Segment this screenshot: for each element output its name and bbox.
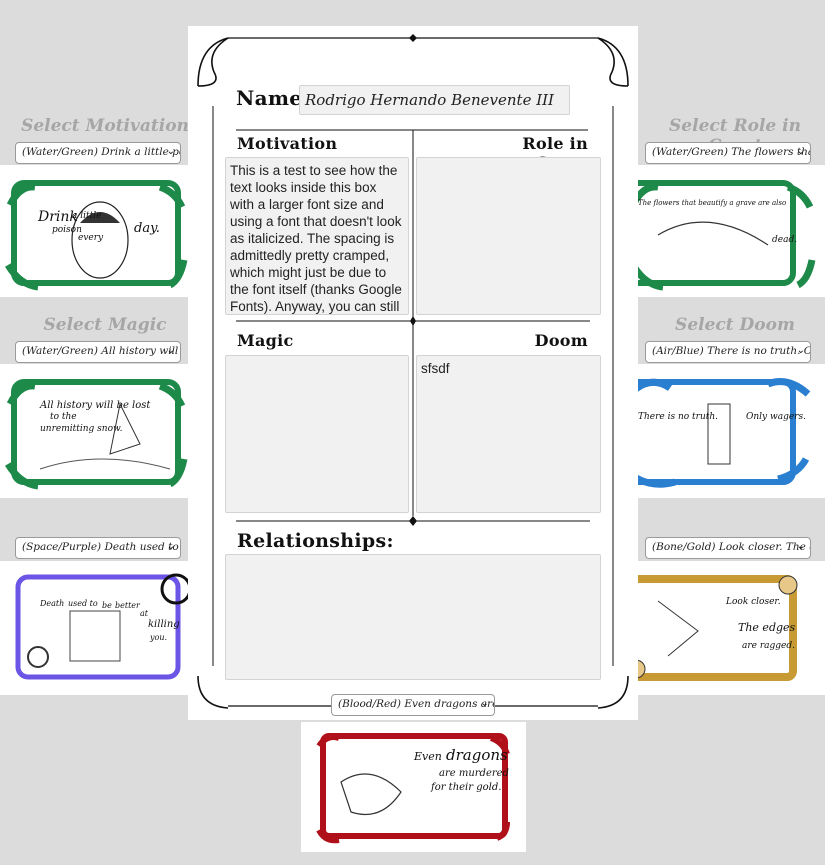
card-word: every <box>78 233 104 243</box>
bottom-select-value: (Blood/Red) Even dragons are murdered fo… <box>338 698 494 710</box>
select-doom-label: Select Doom <box>675 315 795 335</box>
card-word: killing <box>148 619 180 630</box>
character-sheet: Name: Rodrigo Hernando Benevente III Mot… <box>188 26 638 720</box>
card-word: dead. <box>772 235 798 245</box>
card-word: day. <box>134 221 160 236</box>
chevron-down-icon: ⌄ <box>480 698 489 709</box>
bottom-select[interactable]: (Blood/Red) Even dragons are murdered fo… <box>331 694 495 716</box>
chevron-down-icon: ⌄ <box>796 541 805 552</box>
extra-left-card: Death used to be better at killing you. <box>0 561 192 695</box>
card-word: at <box>140 609 148 618</box>
card-word: Only wagers. <box>746 412 806 422</box>
bottom-card: Even dragons are murdered for their gold… <box>301 722 526 852</box>
magic-select[interactable]: (Water/Green) All history will be lost t… <box>15 341 181 363</box>
card-word: used to <box>68 599 98 608</box>
card-word: better <box>115 601 140 610</box>
extra-left-select[interactable]: (Space/Purple) Death used to be better a… <box>15 537 181 559</box>
magic-label: Magic <box>237 331 294 350</box>
doom-textarea[interactable]: sfsdf <box>416 355 601 513</box>
motivation-select-value: (Water/Green) Drink a little poison ever… <box>22 146 180 158</box>
chevron-down-icon: ⌄ <box>166 541 175 552</box>
extra-right-select-value: (Bone/Gold) Look closer. The edges are r… <box>652 541 810 553</box>
motivation-textarea[interactable]: This is a test to see how the text looks… <box>225 157 409 315</box>
card-word: unremitting snow. <box>40 424 123 434</box>
card-word: The edges <box>738 621 796 634</box>
name-input[interactable]: Rodrigo Hernando Benevente III <box>299 85 570 115</box>
role-in-court-textarea[interactable] <box>416 157 601 315</box>
relationships-label: Relationships: <box>237 530 394 552</box>
doom-select-value: (Air/Blue) There is no truth. Only wager… <box>652 345 810 357</box>
card-word: All history will be lost <box>40 400 151 411</box>
doom-label: Doom <box>534 331 588 350</box>
extra-left-select-value: (Space/Purple) Death used to be better a… <box>22 541 180 553</box>
extra-right-card: Look closer. The edges are ragged. <box>624 561 825 695</box>
select-motivation-label: Select Motivation <box>21 116 189 136</box>
card-word: The flowers that beautify a grave are al… <box>638 199 787 207</box>
chevron-down-icon: ⌄ <box>796 345 805 356</box>
card-word: you. <box>150 633 168 642</box>
magic-textarea[interactable] <box>225 355 409 513</box>
card-word: Death <box>40 599 65 608</box>
relationships-textarea[interactable] <box>225 554 601 680</box>
role-select-value: (Water/Green) The flowers that beautify … <box>652 146 810 158</box>
motivation-label: Motivation <box>237 134 338 153</box>
role-select[interactable]: (Water/Green) The flowers that beautify … <box>645 142 811 164</box>
chevron-down-icon: ⌄ <box>166 146 175 157</box>
role-card: The flowers that beautify a grave are al… <box>625 165 825 297</box>
motivation-card: Drink a little poison every day. <box>0 165 188 297</box>
card-word: Even <box>414 750 442 763</box>
card-word: Look closer. <box>726 597 781 607</box>
card-word: dragons <box>446 746 508 764</box>
role-card-frame <box>625 180 816 291</box>
motivation-select[interactable]: (Water/Green) Drink a little poison ever… <box>15 142 181 164</box>
extra-right-select[interactable]: (Bone/Gold) Look closer. The edges are r… <box>645 537 811 559</box>
magic-card: All history will be lost to the unremitt… <box>0 364 188 498</box>
card-word: There is no truth. <box>638 412 719 422</box>
card-word: are murdered <box>439 768 509 779</box>
magic-select-value: (Water/Green) All history will be lost t… <box>22 345 180 357</box>
doom-card: There is no truth. Only wagers. <box>625 364 825 498</box>
card-word: for their gold. <box>431 782 502 793</box>
doom-card-frame <box>625 378 811 488</box>
doom-select[interactable]: (Air/Blue) There is no truth. Only wager… <box>645 341 811 363</box>
card-word: a little <box>72 211 102 221</box>
card-word: are ragged. <box>742 641 795 651</box>
chevron-down-icon: ⌄ <box>166 345 175 356</box>
chevron-down-icon: ⌄ <box>796 146 805 157</box>
extra-right-card-frame <box>624 575 798 681</box>
card-word: to the <box>50 412 77 422</box>
card-word: be <box>102 601 112 610</box>
select-magic-label: Select Magic <box>43 315 167 335</box>
